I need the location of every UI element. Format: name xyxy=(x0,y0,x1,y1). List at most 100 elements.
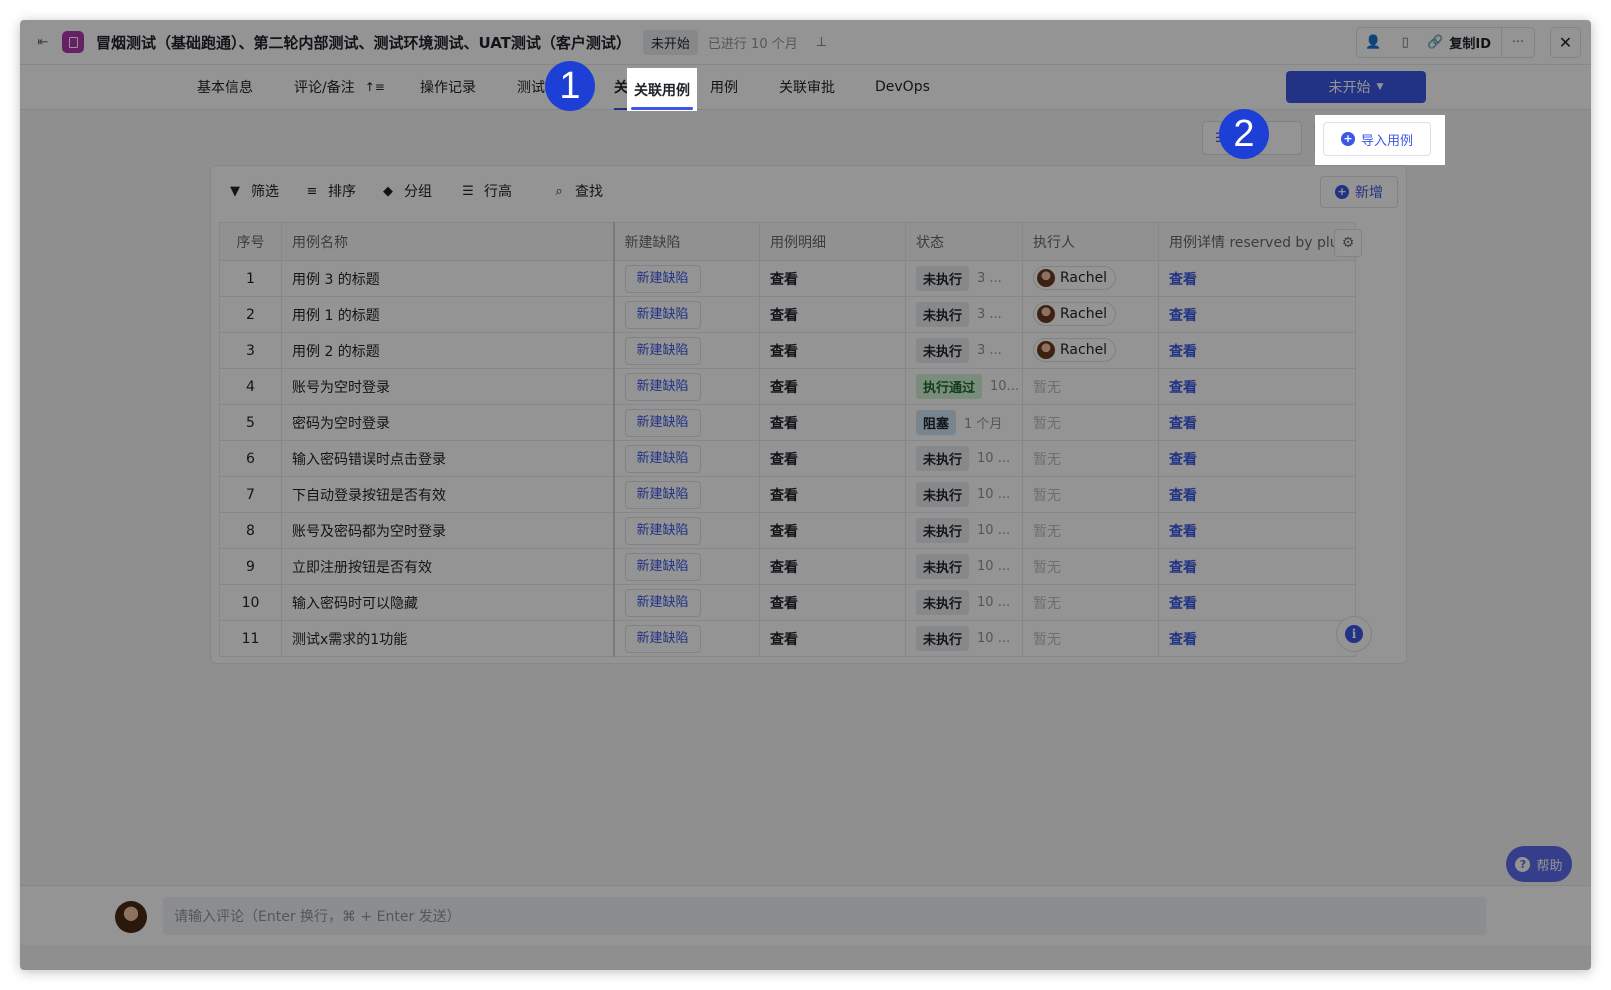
executor-chip[interactable]: Rachel xyxy=(1033,266,1117,290)
tab-comments[interactable]: 评论/备注 ↑≡ xyxy=(294,65,385,109)
new-bug-button[interactable]: 新建缺陷 xyxy=(624,264,701,293)
close-icon[interactable]: ✕ xyxy=(1550,27,1581,58)
executor-chip[interactable]: Rachel xyxy=(1033,338,1117,362)
status-tag[interactable]: 未执行 xyxy=(916,446,970,471)
case-detail-cell: 查看 xyxy=(1158,368,1356,405)
members-icon[interactable]: 👤 xyxy=(1357,28,1389,57)
status-dropdown-button[interactable]: 未开始 ▼ xyxy=(1286,71,1426,103)
new-bug-button[interactable]: 新建缺陷 xyxy=(624,372,701,401)
help-button[interactable]: ? 帮助 xyxy=(1506,846,1572,882)
status-tag[interactable]: 未执行 xyxy=(916,266,970,291)
collapse-sidebar-icon[interactable]: ⇤ xyxy=(34,33,52,51)
table-row[interactable]: 7 下自动登录按钮是否有效 新建缺陷 查看 未执行 10 ... 暂无 查看 xyxy=(219,476,1356,513)
status-tag[interactable]: 未执行 xyxy=(916,590,970,615)
view-detail-button[interactable]: 查看 xyxy=(770,632,798,648)
view-detail-button[interactable]: 查看 xyxy=(770,416,798,432)
case-name[interactable]: 下自动登录按钮是否有效 xyxy=(281,476,615,513)
status-tag[interactable]: 未执行 xyxy=(916,518,970,543)
table-row[interactable]: 3 用例 2 的标题 新建缺陷 查看 未执行 3 ... Rachel 查看 xyxy=(219,332,1356,369)
table-row[interactable]: 9 立即注册按钮是否有效 新建缺陷 查看 未执行 10 ... 暂无 查看 xyxy=(219,548,1356,585)
tab-linked-approval[interactable]: 关联审批 xyxy=(779,65,835,109)
view-detail-button[interactable]: 查看 xyxy=(770,452,798,468)
view-case-link[interactable]: 查看 xyxy=(1169,308,1197,324)
case-name[interactable]: 用例 2 的标题 xyxy=(281,332,615,369)
new-bug-button[interactable]: 新建缺陷 xyxy=(624,480,701,509)
table-row[interactable]: 6 输入密码错误时点击登录 新建缺陷 查看 未执行 10 ... 暂无 查看 xyxy=(219,440,1356,477)
view-case-link[interactable]: 查看 xyxy=(1169,416,1197,432)
tab-cases[interactable]: 用例 xyxy=(710,65,738,109)
tab-operation-log[interactable]: 操作记录 xyxy=(420,65,476,109)
view-detail-button[interactable]: 查看 xyxy=(770,308,798,324)
view-detail-button[interactable]: 查看 xyxy=(770,524,798,540)
comment-input[interactable]: 请输入评论（Enter 换行，⌘ + Enter 发送） xyxy=(163,897,1486,935)
status-tag[interactable]: 未执行 xyxy=(916,482,970,507)
case-name[interactable]: 测试x需求的1功能 xyxy=(281,620,615,657)
view-case-link[interactable]: 查看 xyxy=(1169,488,1197,504)
case-name[interactable]: 用例 1 的标题 xyxy=(281,296,615,333)
new-bug-button[interactable]: 新建缺陷 xyxy=(624,624,701,653)
group-button[interactable]: ◆ 分组 xyxy=(380,181,432,201)
more-icon[interactable]: ··· xyxy=(1502,28,1534,57)
new-bug-button[interactable]: 新建缺陷 xyxy=(624,444,701,473)
highlight-tab-linked-cases[interactable]: 关联用例 xyxy=(627,68,697,111)
info-icon[interactable]: i xyxy=(1336,616,1372,652)
copy-id-button[interactable]: 🔗 复制ID xyxy=(1421,28,1502,57)
new-bug-button[interactable]: 新建缺陷 xyxy=(624,300,701,329)
view-case-link[interactable]: 查看 xyxy=(1169,560,1197,576)
bookmark-icon[interactable]: ▯ xyxy=(1389,28,1421,57)
view-detail-button[interactable]: 查看 xyxy=(770,344,798,360)
case-name[interactable]: 立即注册按钮是否有效 xyxy=(281,548,615,585)
filter-button[interactable]: ▼ 筛选 xyxy=(227,181,279,201)
add-button[interactable]: + 新增 xyxy=(1320,176,1398,208)
status-tag[interactable]: 未执行 xyxy=(916,338,970,363)
sort-button[interactable]: ≡ 排序 xyxy=(304,181,356,201)
pin-icon[interactable]: ⊥ xyxy=(816,35,827,50)
table-row[interactable]: 10 输入密码时可以隐藏 新建缺陷 查看 未执行 10 ... 暂无 查看 xyxy=(219,584,1356,621)
view-case-link[interactable]: 查看 xyxy=(1169,344,1197,360)
highlight-import-cases-button[interactable]: + 导入用例 xyxy=(1323,122,1431,156)
executor-chip[interactable]: Rachel xyxy=(1033,302,1117,326)
new-bug-button[interactable]: 新建缺陷 xyxy=(624,588,701,617)
table-row[interactable]: 11 测试x需求的1功能 新建缺陷 查看 未执行 10 ... 暂无 查看 xyxy=(219,620,1356,657)
view-detail-button[interactable]: 查看 xyxy=(770,380,798,396)
view-detail-button[interactable]: 查看 xyxy=(770,488,798,504)
tab-test[interactable]: 测试 xyxy=(517,65,545,109)
row-height-button[interactable]: ☰ 行高 xyxy=(460,181,512,201)
view-case-link[interactable]: 查看 xyxy=(1169,632,1197,648)
view-case-link[interactable]: 查看 xyxy=(1169,452,1197,468)
case-name[interactable]: 账号为空时登录 xyxy=(281,368,615,405)
status-tag[interactable]: 未执行 xyxy=(916,302,970,327)
view-case-link[interactable]: 查看 xyxy=(1169,524,1197,540)
case-detail-cell: 查看 xyxy=(1158,476,1356,513)
tag-icon: ◆ xyxy=(383,183,393,199)
case-name[interactable]: 输入密码错误时点击登录 xyxy=(281,440,615,477)
table-row[interactable]: 8 账号及密码都为空时登录 新建缺陷 查看 未执行 10 ... 暂无 查看 xyxy=(219,512,1356,549)
status-tag[interactable]: 未执行 xyxy=(916,626,970,651)
case-name[interactable]: 密码为空时登录 xyxy=(281,404,615,441)
case-name[interactable]: 输入密码时可以隐藏 xyxy=(281,584,615,621)
case-name[interactable]: 用例 3 的标题 xyxy=(281,260,615,297)
status-tag[interactable]: 未执行 xyxy=(916,554,970,579)
view-detail-button[interactable]: 查看 xyxy=(770,560,798,576)
table-row[interactable]: 5 密码为空时登录 新建缺陷 查看 阻塞 1 个月 暂无 查看 xyxy=(219,404,1356,441)
view-detail-button[interactable]: 查看 xyxy=(770,272,798,288)
table-row[interactable]: 4 账号为空时登录 新建缺陷 查看 执行通过 10... 暂无 查看 xyxy=(219,368,1356,405)
tab-devops[interactable]: DevOps xyxy=(875,65,930,109)
table-row[interactable]: 2 用例 1 的标题 新建缺陷 查看 未执行 3 ... Rachel 查看 xyxy=(219,296,1356,333)
find-button[interactable]: ⌕ 查找 xyxy=(551,181,603,201)
new-bug-button[interactable]: 新建缺陷 xyxy=(624,552,701,581)
status-tag[interactable]: 阻塞 xyxy=(916,410,957,435)
view-case-link[interactable]: 查看 xyxy=(1169,272,1197,288)
new-bug-button[interactable]: 新建缺陷 xyxy=(624,516,701,545)
case-name[interactable]: 账号及密码都为空时登录 xyxy=(281,512,615,549)
tab-basic-info[interactable]: 基本信息 xyxy=(197,65,253,109)
view-case-link[interactable]: 查看 xyxy=(1169,596,1197,612)
new-bug-button[interactable]: 新建缺陷 xyxy=(624,408,701,437)
view-case-link[interactable]: 查看 xyxy=(1169,380,1197,396)
executor-empty: 暂无 xyxy=(1033,595,1061,612)
table-row[interactable]: 1 用例 3 的标题 新建缺陷 查看 未执行 3 ... Rachel 查看 xyxy=(219,260,1356,297)
column-settings-icon[interactable]: ⚙ xyxy=(1334,229,1362,257)
status-tag[interactable]: 执行通过 xyxy=(916,374,983,399)
view-detail-button[interactable]: 查看 xyxy=(770,596,798,612)
new-bug-button[interactable]: 新建缺陷 xyxy=(624,336,701,365)
